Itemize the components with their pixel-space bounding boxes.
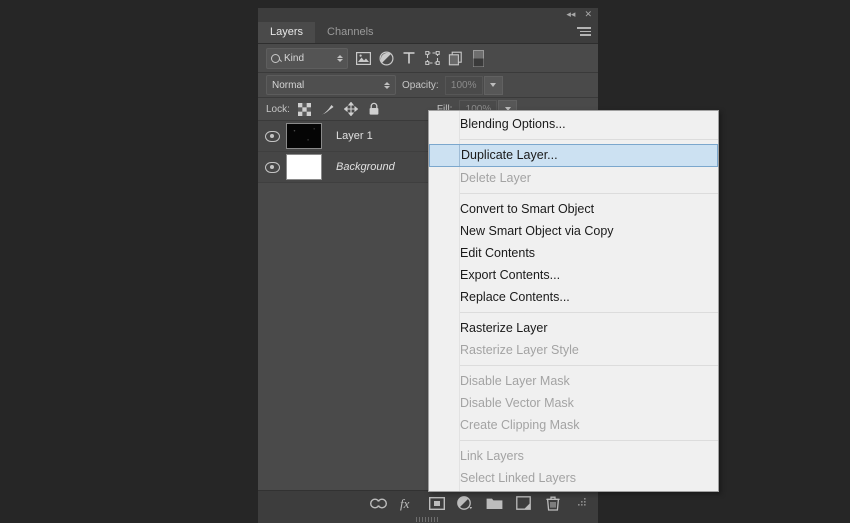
menu-item-rasterize-layer[interactable]: Rasterize Layer (429, 317, 718, 339)
opacity-dropdown-icon[interactable] (483, 75, 503, 95)
menu-separator (460, 440, 718, 441)
menu-item-select-linked-layers[interactable]: Select Linked Layers (429, 467, 718, 489)
menu-separator (460, 312, 718, 313)
chevron-updown-icon (337, 54, 343, 62)
blend-mode-row: Normal Opacity: 100% (258, 73, 598, 98)
menu-item-disable-vector-mask[interactable]: Disable Vector Mask (429, 392, 718, 414)
filter-toggle-icon[interactable] (470, 49, 486, 67)
menu-item-new-smart-object-via-copy[interactable]: New Smart Object via Copy (429, 220, 718, 242)
menu-item-rasterize-layer-style[interactable]: Rasterize Layer Style (429, 339, 718, 361)
new-group-icon[interactable] (486, 495, 503, 512)
eye-icon (264, 130, 280, 142)
search-icon (271, 53, 280, 63)
lock-label: Lock: (266, 103, 290, 115)
menu-item-disable-layer-mask[interactable]: Disable Layer Mask (429, 370, 718, 392)
panel-menu-icon[interactable] (577, 27, 591, 37)
layer-style-fx-icon[interactable]: fx (399, 495, 416, 512)
blend-mode-value: Normal (272, 79, 305, 91)
menu-item-export-contents[interactable]: Export Contents... (429, 264, 718, 286)
panel-resize-grip[interactable] (573, 495, 590, 512)
menu-item-create-clipping-mask[interactable]: Create Clipping Mask (429, 414, 718, 436)
menu-item-blending-options[interactable]: Blending Options... (429, 113, 718, 135)
tab-layers[interactable]: Layers (258, 22, 316, 43)
svg-text:fx: fx (400, 496, 410, 511)
adjustment-layer-filter-icon[interactable] (378, 50, 394, 66)
layer-visibility-toggle[interactable] (258, 161, 286, 173)
menu-item-delete-layer[interactable]: Delete Layer (429, 167, 718, 189)
layer-name[interactable]: Background (336, 161, 395, 173)
eye-icon (264, 161, 280, 173)
menu-separator (460, 193, 718, 194)
menu-separator (460, 365, 718, 366)
menu-item-convert-to-smart-object[interactable]: Convert to Smart Object (429, 198, 718, 220)
opacity-input[interactable]: 100% (444, 75, 483, 95)
layer-filter-row: Kind (258, 44, 598, 73)
pixel-layer-filter-icon[interactable] (355, 50, 371, 66)
new-layer-icon[interactable] (515, 495, 532, 512)
tab-channels[interactable]: Channels (315, 22, 385, 43)
layer-thumbnail[interactable] (286, 154, 322, 180)
lock-transparency-icon[interactable] (297, 101, 313, 117)
filter-kind-label: Kind (284, 52, 305, 64)
lock-image-icon[interactable] (320, 101, 336, 117)
menu-separator (460, 139, 718, 140)
panel-titlebar: ◂◂ ✕ (258, 8, 598, 21)
shape-layer-filter-icon[interactable] (424, 50, 440, 66)
layer-context-menu: Blending Options... Duplicate Layer... D… (428, 110, 719, 492)
layer-thumbnail[interactable] (286, 123, 322, 149)
type-layer-filter-icon[interactable] (401, 50, 417, 66)
link-layers-icon[interactable] (370, 495, 387, 512)
filter-kind-select[interactable]: Kind (266, 47, 348, 69)
blend-mode-select[interactable]: Normal (266, 75, 396, 95)
smart-object-filter-icon[interactable] (447, 50, 463, 66)
lock-position-icon[interactable] (343, 101, 359, 117)
menu-item-duplicate-layer[interactable]: Duplicate Layer... (429, 144, 718, 167)
panel-footer (258, 515, 598, 523)
delete-layer-icon[interactable] (544, 495, 561, 512)
layer-visibility-toggle[interactable] (258, 130, 286, 142)
opacity-label: Opacity: (402, 79, 439, 91)
add-layer-mask-icon[interactable] (428, 495, 445, 512)
new-adjustment-layer-icon[interactable] (457, 495, 474, 512)
panel-drag-grip[interactable] (416, 516, 440, 522)
menu-item-replace-contents[interactable]: Replace Contents... (429, 286, 718, 308)
menu-item-edit-contents[interactable]: Edit Contents (429, 242, 718, 264)
collapse-panel-icon[interactable]: ◂◂ (566, 10, 575, 19)
layers-panel-toolbar: fx (258, 490, 598, 515)
lock-all-icon[interactable] (366, 101, 382, 117)
menu-item-link-layers[interactable]: Link Layers (429, 445, 718, 467)
layer-name[interactable]: Layer 1 (336, 130, 373, 142)
close-panel-icon[interactable]: ✕ (584, 10, 592, 19)
chevron-updown-icon (384, 81, 390, 89)
panel-tab-strip: Layers Channels (258, 21, 598, 44)
